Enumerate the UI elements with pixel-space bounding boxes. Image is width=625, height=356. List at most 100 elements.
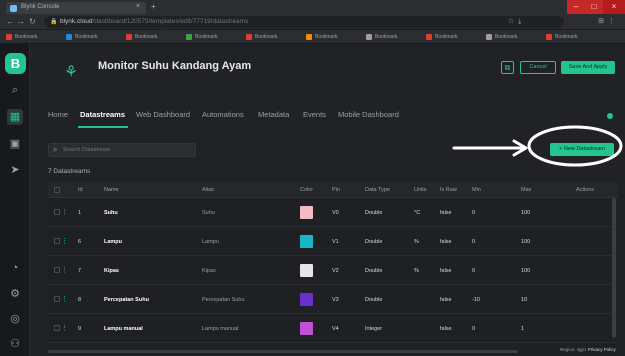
- table-row[interactable]: ⋮ 7 Kipas Kipas V2 Double% false 0 100: [48, 257, 618, 285]
- bookmark-item[interactable]: Bookmark: [366, 33, 398, 41]
- select-all-checkbox[interactable]: [54, 187, 60, 193]
- privacy-policy-link[interactable]: Privacy Policy: [588, 347, 616, 352]
- col-actions[interactable]: Actions: [576, 187, 594, 193]
- tab-close-icon[interactable]: ×: [136, 3, 140, 10]
- col-pin[interactable]: Pin: [332, 187, 340, 193]
- drag-handle-icon[interactable]: ⋮: [61, 325, 68, 332]
- cell-is-raw: false: [440, 239, 452, 245]
- tab-automations[interactable]: Automations: [202, 110, 244, 119]
- cell-alias: Lampu manual: [202, 326, 239, 332]
- footer: Region: sgp1 Privacy Policy: [560, 347, 616, 352]
- tab-metadata[interactable]: Metadata: [258, 110, 289, 119]
- col-alias[interactable]: Alias: [202, 187, 214, 193]
- bookmark-item[interactable]: Bookmark: [6, 33, 38, 41]
- row-checkbox[interactable]: [54, 296, 60, 302]
- row-checkbox[interactable]: [54, 325, 60, 331]
- reload-icon[interactable]: ↻: [29, 17, 36, 26]
- cell-pin: V1: [332, 239, 339, 245]
- gear-icon[interactable]: ⚙: [7, 286, 23, 302]
- duplicate-button[interactable]: ⧉: [501, 61, 514, 74]
- row-checkbox[interactable]: [54, 209, 60, 215]
- row-checkbox[interactable]: [54, 267, 60, 273]
- bookmark-item[interactable]: Bookmark: [426, 33, 458, 41]
- address-action-icons[interactable]: ☆⤓: [508, 17, 525, 26]
- wifi-icon[interactable]: ◔: [7, 260, 23, 276]
- tab-home[interactable]: Home: [48, 110, 68, 119]
- new-tab-icon[interactable]: +: [151, 2, 156, 11]
- bookmark-item[interactable]: Bookmark: [126, 33, 158, 41]
- cell-data-type: Double: [365, 268, 383, 274]
- browser-tabbar: Blynk Console × + – □ ×: [0, 0, 625, 14]
- window-controls: – □ ×: [567, 0, 625, 14]
- memory-chip-icon[interactable]: ▦: [7, 109, 23, 125]
- col-is-raw[interactable]: Is Raw: [440, 187, 457, 193]
- col-data-type[interactable]: Data Type: [365, 187, 390, 193]
- address-bar: ← → ↻ 🔒 blynk.cloud/dashboard/120575/tem…: [0, 14, 625, 30]
- blynk-logo[interactable]: B: [5, 53, 26, 74]
- bookmark-favicon-icon: [546, 34, 552, 40]
- cell-min: 0: [472, 210, 476, 216]
- user-icon[interactable]: ⚇: [7, 336, 23, 352]
- bookmark-favicon-icon: [306, 34, 312, 40]
- bookmark-label: Bookmark: [255, 34, 278, 40]
- settings-icon[interactable]: ◎: [7, 311, 23, 327]
- horizontal-scrollbar[interactable]: [48, 350, 518, 353]
- cell-min: 0: [472, 239, 476, 245]
- col-color[interactable]: Color: [300, 187, 313, 193]
- url-path: /dashboard/120575/templates/edit/77719/d…: [92, 18, 249, 25]
- bookmark-item[interactable]: Bookmark: [246, 33, 278, 41]
- cell-is-raw: false: [440, 297, 452, 303]
- cell-pin: V4: [332, 326, 339, 332]
- close-window-icon[interactable]: ×: [603, 0, 625, 14]
- cell-alias: Percepatan Suhu: [202, 297, 245, 303]
- col-name[interactable]: Name: [104, 187, 119, 193]
- cell-name: Lampu manual: [104, 326, 143, 332]
- cancel-button[interactable]: Cancel: [520, 61, 556, 74]
- bookmark-item[interactable]: Bookmark: [486, 33, 518, 41]
- url-text: blynk.cloud/dashboard/120575/templates/e…: [60, 18, 248, 25]
- tab-web-dashboard[interactable]: Web Dashboard: [136, 110, 190, 119]
- back-icon[interactable]: ←: [6, 17, 14, 26]
- col-units[interactable]: Units: [414, 187, 427, 193]
- minimize-icon[interactable]: –: [567, 0, 585, 14]
- bookmark-label: Bookmark: [375, 34, 398, 40]
- briefcase-icon[interactable]: ▣: [7, 136, 23, 152]
- drag-handle-icon[interactable]: ⋮: [61, 296, 68, 303]
- drag-handle-icon[interactable]: ⋮: [61, 209, 68, 216]
- drag-handle-icon[interactable]: ⋮: [61, 238, 68, 245]
- cell-id: 7: [78, 268, 82, 274]
- table-row[interactable]: ⋮ 9 Lampu manual Lampu manual V4 Integer false…: [48, 315, 618, 343]
- forward-icon[interactable]: →: [17, 17, 25, 26]
- drag-handle-icon[interactable]: ⋮: [61, 267, 68, 274]
- bookmark-label: Bookmark: [495, 34, 518, 40]
- tab-mobile-dashboard[interactable]: Mobile Dashboard: [338, 110, 399, 119]
- cell-id: 8: [78, 297, 82, 303]
- tab-events[interactable]: Events: [303, 110, 326, 119]
- search-icon[interactable]: ⌕: [7, 82, 23, 98]
- col-id[interactable]: Id: [78, 187, 83, 193]
- url-input[interactable]: 🔒 blynk.cloud/dashboard/120575/templates…: [44, 16, 564, 28]
- cell-max: 10: [521, 297, 528, 303]
- bookmark-item[interactable]: Bookmark: [186, 33, 218, 41]
- bookmark-item[interactable]: Bookmark: [306, 33, 338, 41]
- search-input[interactable]: ⌕ Search Datastream: [48, 143, 196, 157]
- table-row[interactable]: ⋮ 8 Percepatan Suhu Percepatan Suhu V3 Double…: [48, 286, 618, 314]
- tab-favicon-icon: [10, 5, 17, 12]
- bookmark-item[interactable]: Bookmark: [66, 33, 98, 41]
- active-tab-indicator: [78, 126, 128, 128]
- maximize-icon[interactable]: □: [585, 0, 603, 14]
- row-checkbox[interactable]: [54, 238, 60, 244]
- send-icon[interactable]: ➤: [7, 162, 23, 178]
- cell-alias: Lampu: [202, 239, 219, 245]
- bookmark-item[interactable]: Bookmark: [546, 33, 578, 41]
- extensions-icons[interactable]: ⊞⋮: [598, 17, 619, 25]
- bookmark-favicon-icon: [486, 34, 492, 40]
- col-max[interactable]: Max: [521, 187, 531, 193]
- browser-tab[interactable]: Blynk Console ×: [6, 2, 146, 14]
- col-min[interactable]: Min: [472, 187, 481, 193]
- tab-datastreams[interactable]: Datastreams: [80, 110, 125, 119]
- table-row[interactable]: ⋮ 6 Lampu Lampu V1 Double% false 0 100: [48, 228, 618, 256]
- table-row[interactable]: ⋮ 1 Suhu Suhu V0 Double °C false 0 100: [48, 199, 618, 227]
- save-and-apply-button[interactable]: Save And Apply: [561, 61, 615, 74]
- vertical-scrollbar[interactable]: [612, 198, 616, 338]
